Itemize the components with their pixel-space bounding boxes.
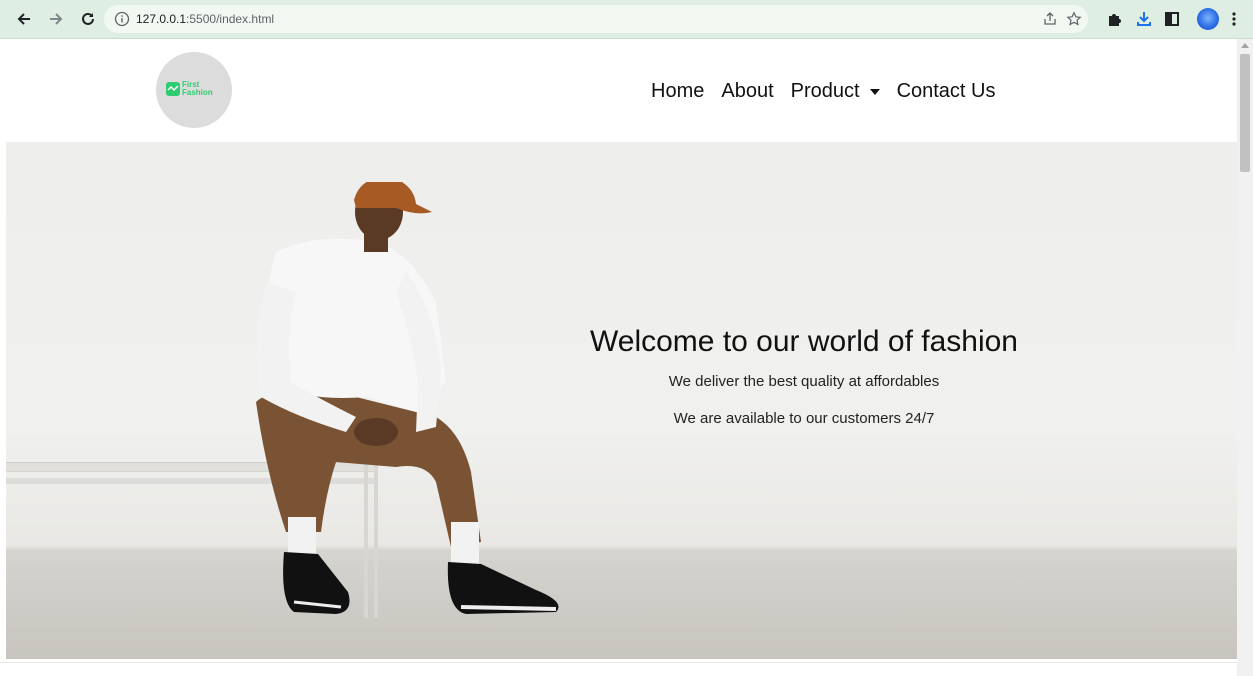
chevron-down-icon: [869, 89, 880, 95]
scrollbar-thumb[interactable]: [1240, 54, 1250, 172]
forward-arrow-icon[interactable]: [46, 9, 66, 29]
side-panel-icon[interactable]: [1162, 9, 1182, 29]
scroll-up-arrow-icon[interactable]: [1241, 43, 1249, 48]
profile-avatar[interactable]: [1197, 8, 1219, 30]
main-nav: Home About Product Contact Us: [651, 78, 1013, 104]
hero-model-image: [256, 182, 559, 614]
info-icon[interactable]: [114, 11, 130, 27]
nav-product-dropdown[interactable]: Product: [791, 80, 880, 103]
reload-icon[interactable]: [78, 9, 98, 29]
hero-title: Welcome to our world of fashion: [590, 325, 1018, 358]
address-bar[interactable]: 127.0.0.1:5500/index.html: [104, 5, 1088, 33]
back-arrow-icon[interactable]: [14, 9, 34, 29]
nav-product-label: Product: [790, 79, 860, 102]
extensions-icon[interactable]: [1104, 9, 1124, 29]
logo-text: First Fashion: [182, 80, 213, 97]
download-icon[interactable]: [1134, 9, 1154, 29]
nav-home[interactable]: Home: [651, 80, 704, 103]
site-logo[interactable]: First Fashion: [156, 52, 232, 128]
url-text: 127.0.0.1:5500/index.html: [136, 12, 275, 26]
nav-about[interactable]: About: [721, 80, 773, 103]
hero-text: Welcome to our world of fashion We deliv…: [554, 325, 1054, 427]
share-icon[interactable]: [1042, 11, 1058, 27]
star-icon[interactable]: [1066, 11, 1082, 27]
hero-tagline: We deliver the best quality at affordabl…: [668, 373, 940, 390]
site-header: First Fashion Home About Product Contact…: [0, 39, 1237, 142]
more-vert-icon[interactable]: [1228, 9, 1240, 29]
nav-contact[interactable]: Contact Us: [897, 80, 996, 103]
browser-toolbar: 127.0.0.1:5500/index.html: [0, 0, 1253, 39]
logo-mark-icon: [166, 82, 180, 96]
hero-availability: We are available to our customers 24/7: [673, 410, 935, 427]
hero-banner: Welcome to our world of fashion We deliv…: [6, 142, 1237, 659]
hero-floor: [6, 560, 1237, 659]
section-divider: [0, 662, 1237, 663]
